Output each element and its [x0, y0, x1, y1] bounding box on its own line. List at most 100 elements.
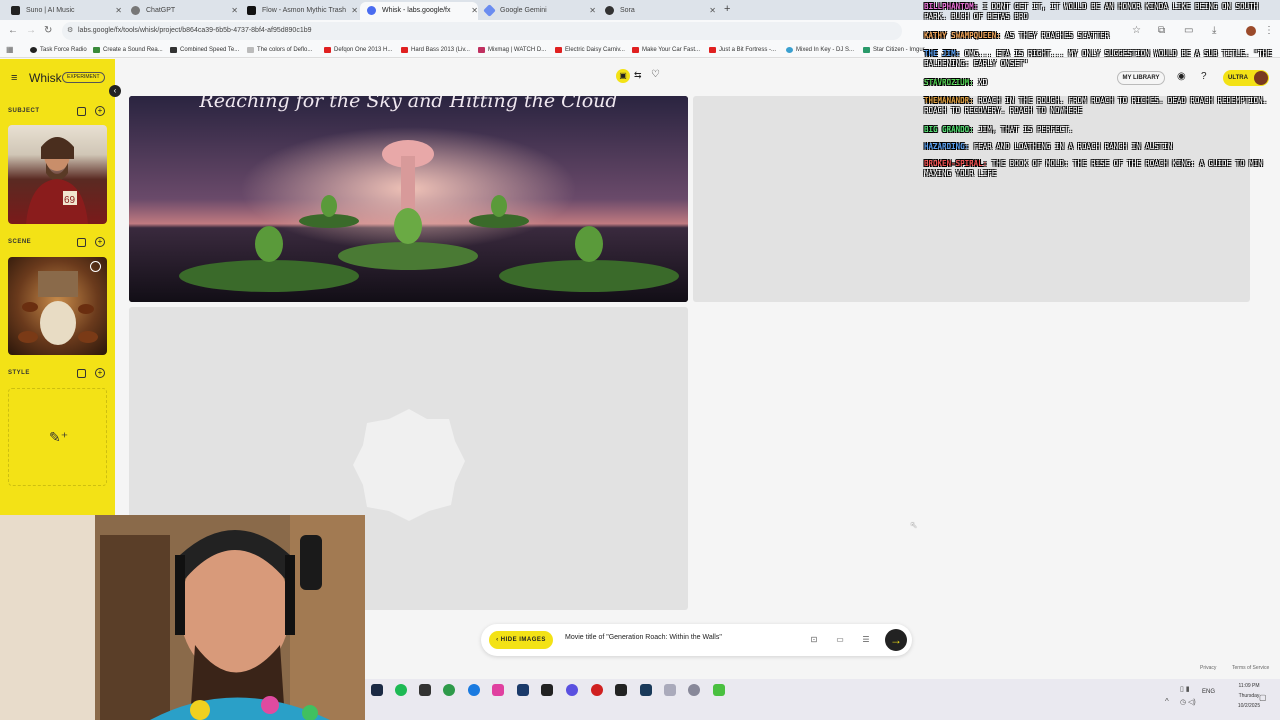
tab-sora[interactable]: Sora ✕	[598, 2, 716, 20]
scene-thumbnail[interactable]	[8, 257, 107, 355]
url-field[interactable]: ⚙ labs.google/fx/tools/whisk/project/b86…	[62, 22, 902, 40]
chrome-icon[interactable]	[591, 684, 603, 696]
tab-label: Whisk - labs.google/fx	[382, 7, 451, 14]
image-caption: Reaching for the Sky and Hitting the Clo…	[199, 96, 618, 112]
bookmark-item[interactable]: Task Force Radio	[30, 44, 87, 56]
close-tab-icon[interactable]: ✕	[351, 2, 358, 19]
subject-add-icon[interactable]: +	[95, 106, 105, 116]
clock-time: 11:09 PM	[1238, 683, 1260, 689]
settings-gear-icon[interactable]	[688, 684, 700, 696]
apps-grid-icon[interactable]: ▦	[6, 45, 14, 54]
tab-label: ChatGPT	[146, 7, 176, 14]
steam-icon[interactable]	[371, 684, 383, 696]
edge-icon[interactable]	[468, 684, 480, 696]
tray-icons[interactable]: ▯ ▮	[1180, 685, 1190, 693]
tray-chevron-icon[interactable]: ^	[1165, 697, 1169, 706]
bookmark-item[interactable]: Mixed In Key - DJ S...	[786, 44, 854, 56]
app-icon[interactable]	[492, 684, 504, 696]
app-icon[interactable]	[419, 684, 431, 696]
clock-day: Thursday	[1238, 693, 1260, 699]
bookmark-item[interactable]: Hard Bass 2013 (Liv...	[401, 44, 470, 56]
bookmark-item[interactable]: Defqon One 2013 H...	[324, 44, 392, 56]
app-icon[interactable]	[640, 684, 652, 696]
bookmark-item[interactable]: The colors of Deflo...	[247, 44, 312, 56]
chat-message: Broken-Spiral: The book of mold: the ris…	[924, 159, 1263, 178]
prompt-bar: ‹ HIDE IMAGES Movie title of "Generation…	[481, 624, 912, 656]
mouse-cursor-icon: ↖	[910, 520, 918, 530]
subject-thumbnail[interactable]: 69	[8, 125, 107, 224]
new-tab-button[interactable]: +	[724, 3, 730, 15]
close-tab-icon[interactable]: ✕	[589, 2, 596, 19]
chat-message: Kathy SwampQueen: As they roaches scatte…	[924, 31, 1110, 40]
add-image-icon[interactable]: ⊡	[809, 635, 819, 645]
sora-favicon-icon	[605, 6, 614, 15]
close-tab-icon[interactable]: ✕	[471, 2, 478, 19]
discord-taskbar-icon[interactable]	[566, 684, 578, 696]
chat-message: Big Grando: Jim, that is perfect.	[924, 125, 1074, 134]
app-icon[interactable]	[517, 684, 529, 696]
back-icon[interactable]: ←	[8, 25, 18, 36]
subject-upload-icon[interactable]	[77, 107, 86, 116]
tab-gemini[interactable]: Google Gemini ✕	[478, 2, 596, 20]
volume-network-icon[interactable]: ◷ ◁)	[1180, 698, 1196, 706]
spotify-icon[interactable]	[395, 684, 407, 696]
forward-icon[interactable]: →	[26, 25, 36, 36]
settings-sliders-icon[interactable]: ☰	[861, 635, 871, 645]
select-circle-icon[interactable]	[90, 261, 101, 272]
suno-favicon-icon	[11, 6, 20, 15]
style-dropzone[interactable]: ✎⁺	[8, 388, 107, 486]
image-view-icon[interactable]: ▣	[616, 69, 630, 83]
tab-flow[interactable]: Flow - Asmon Mythic Trash ✕	[240, 2, 358, 20]
app-icon[interactable]	[664, 684, 676, 696]
prompt-input[interactable]: Movie title of "Generation Roach: Within…	[565, 634, 722, 641]
favorite-heart-icon[interactable]: ♡	[651, 69, 660, 80]
chat-message: TheManAndr: Roach in the rough. From roa…	[924, 96, 1268, 115]
chatgpt-favicon-icon	[131, 6, 140, 15]
remix-icon[interactable]: ⇆	[634, 70, 642, 81]
hamburger-menu-icon[interactable]: ≡	[11, 72, 17, 84]
magic-wand-icon: ✎⁺	[49, 429, 69, 445]
aspect-ratio-icon[interactable]: ▭	[835, 635, 845, 645]
chat-message: BillPhantom: I dont get it, it would be …	[924, 2, 1259, 21]
chat-message: Stavrozium: XD	[924, 78, 988, 87]
tab-label: Suno | AI Music	[26, 7, 75, 14]
submit-arrow-button[interactable]: →	[885, 629, 907, 651]
tab-whisk[interactable]: Whisk - labs.google/fx ✕	[360, 2, 478, 20]
generated-image[interactable]: Reaching for the Sky and Hitting the Clo…	[129, 96, 688, 302]
bookmark-item[interactable]: Electric Daisy Carniv...	[555, 44, 625, 56]
style-upload-icon[interactable]	[77, 369, 86, 378]
webcam-overlay	[0, 515, 365, 720]
clock-date: 10/2/2025	[1237, 703, 1261, 709]
close-tab-icon[interactable]: ✕	[115, 2, 122, 19]
hide-images-button[interactable]: ‹ HIDE IMAGES	[489, 631, 553, 649]
bookmark-item[interactable]: Combined Speed Te...	[170, 44, 239, 56]
whisk-favicon-icon	[367, 6, 376, 15]
app-icon[interactable]	[615, 684, 627, 696]
bookmark-item[interactable]: Make Your Car Fast...	[632, 44, 700, 56]
svg-text:69: 69	[64, 195, 76, 206]
close-tab-icon[interactable]: ✕	[709, 2, 716, 19]
reload-icon[interactable]: ↻	[44, 25, 52, 36]
language-indicator[interactable]: ENG	[1202, 689, 1215, 695]
privacy-link[interactable]: Privacy	[1200, 665, 1216, 671]
tab-suno[interactable]: Suno | AI Music ✕	[4, 2, 122, 20]
scene-upload-icon[interactable]	[77, 238, 86, 247]
site-info-icon[interactable]: ⚙	[67, 22, 73, 40]
close-tab-icon[interactable]: ✕	[231, 2, 238, 19]
bookmark-item[interactable]: Create a Sound Rea...	[93, 44, 163, 56]
style-add-icon[interactable]: +	[95, 368, 105, 378]
terms-link[interactable]: Terms of Service	[1232, 665, 1269, 671]
app-icon[interactable]	[541, 684, 553, 696]
app-icon[interactable]	[713, 684, 725, 696]
app-icon[interactable]	[443, 684, 455, 696]
tab-chatgpt[interactable]: ChatGPT ✕	[124, 2, 238, 20]
gemini-favicon-icon	[483, 4, 496, 17]
bookmark-item[interactable]: Just a Bit Fortress -...	[709, 44, 776, 56]
bookmark-item[interactable]: Mixmag | WATCH D...	[478, 44, 546, 56]
chat-message: Hazarding: Fear and loathing in a roach …	[924, 142, 1173, 151]
tab-label: Google Gemini	[500, 7, 547, 14]
scene-add-icon[interactable]: +	[95, 237, 105, 247]
notifications-icon[interactable]: ▢	[1259, 693, 1267, 702]
bookmark-item[interactable]: Star Citizen - Imgur	[863, 44, 925, 56]
tab-label: Flow - Asmon Mythic Trash	[262, 7, 347, 14]
